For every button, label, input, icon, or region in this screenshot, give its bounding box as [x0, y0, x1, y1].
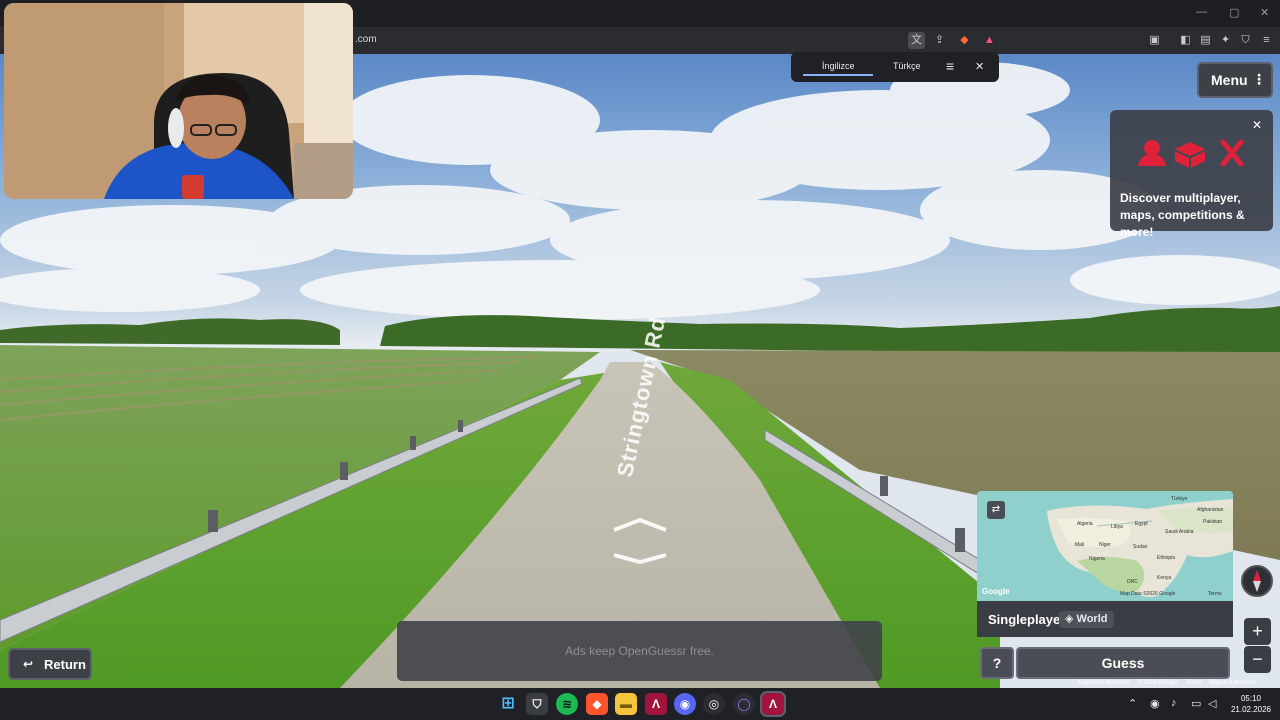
close-window-icon[interactable]: ✕ [1260, 6, 1269, 19]
wallet-icon[interactable]: ▤ [1197, 32, 1214, 49]
multiplayer-icon [1138, 140, 1166, 166]
security-app-icon[interactable]: ⛉ [526, 693, 548, 715]
windows-taskbar: ⊞ ⛉ ≋ ◆ ▬ Λ ◉ ◎ ◯ Λ ⌃ ◉ ♪ ▭ ◁ 05:10 21.0… [0, 688, 1280, 720]
brave-rewards-icon[interactable]: ▲ [981, 32, 998, 49]
guess-controls: ? Guess [980, 647, 1230, 679]
map-world-chip[interactable]: ◈ World [1059, 611, 1114, 628]
zoom-in-button[interactable]: + [1244, 618, 1271, 645]
active-tab-underline [803, 74, 873, 76]
map-label: Kenya [1157, 575, 1172, 581]
menu-label: Menu [1211, 72, 1248, 88]
game-mode-bar: Singleplayer ◈ World [977, 601, 1233, 637]
minimize-icon[interactable]: — [1196, 6, 1207, 18]
microphone-icon[interactable]: ♪ [1171, 697, 1177, 709]
menu-button[interactable]: Menu ⋮ [1197, 62, 1273, 98]
spotify-icon[interactable]: ≋ [556, 693, 578, 715]
report-problem-link[interactable]: Report a problem [1209, 680, 1255, 686]
kebab-icon: ⋮ [1252, 71, 1266, 87]
clock-date: 21.02.2026 [1230, 705, 1272, 714]
translate-popup[interactable]: İngilizce Türkçe ≡ ✕ [791, 52, 999, 82]
map-label: Saudi Arabia [1165, 529, 1194, 535]
map-label: Pakistan [1203, 519, 1223, 525]
promo-close-icon[interactable]: ✕ [1252, 118, 1262, 132]
map-attribution: Map Data ©2026 Google [1120, 591, 1176, 597]
map-label: Sudan [1133, 544, 1148, 550]
sidebar-toggle-icon[interactable]: ◧ [1177, 32, 1194, 49]
google-copyright: © 2026 Google [1137, 680, 1178, 686]
translate-target-lang[interactable]: Türkçe [893, 61, 921, 71]
map-label: Algeria [1077, 521, 1093, 527]
translate-close-icon[interactable]: ✕ [975, 60, 984, 73]
discord-tray-icon[interactable]: ◉ [1150, 697, 1160, 710]
competition-swords-icon [1220, 139, 1244, 167]
webcam-overlay [4, 3, 353, 199]
network-icon[interactable]: ▭ [1191, 697, 1201, 710]
brave-shields-icon[interactable]: ◆ [956, 32, 973, 49]
map-label: Afghanistan [1197, 507, 1224, 513]
opera-gx-icon[interactable]: Λ [645, 693, 667, 715]
google-terms-link[interactable]: Terms [1185, 680, 1201, 686]
taskbar-clock[interactable]: 05:10 21.02.2026 [1228, 693, 1274, 715]
keyboard-shortcuts-link[interactable]: Keyboard shortcuts [1078, 680, 1130, 686]
map-settings-icon[interactable]: ⇄ [987, 501, 1005, 519]
maximize-icon[interactable]: ▢ [1229, 6, 1239, 19]
file-explorer-icon[interactable]: ▬ [615, 693, 637, 715]
map-label: Türkiye [1171, 496, 1188, 502]
map-label: Libya [1111, 524, 1123, 530]
google-footer: Keyboard shortcuts © 2026 Google Terms R… [1078, 680, 1280, 688]
zoom-out-button[interactable]: − [1244, 646, 1271, 673]
clock-time: 05:10 [1240, 694, 1262, 703]
layers-icon: ◈ [1065, 613, 1074, 625]
reading-list-icon[interactable]: ▣ [1146, 32, 1163, 49]
map-label: Ethiopia [1157, 555, 1176, 561]
start-menu-icon[interactable]: ⊞ [497, 693, 519, 715]
tree-line-left [0, 318, 340, 345]
map-label: Niger [1099, 542, 1111, 548]
help-button[interactable]: ? [980, 647, 1014, 679]
leo-ai-icon[interactable]: ✦ [1217, 32, 1234, 49]
tray-chevron-icon[interactable]: ⌃ [1128, 697, 1137, 710]
url-text[interactable]: .com [355, 34, 377, 45]
return-arrow-icon: ↩ [23, 657, 34, 671]
translate-source-lang[interactable]: İngilizce [822, 61, 855, 71]
promo-text: Discover multiplayer, maps, competitions… [1120, 191, 1245, 239]
map-terms-link[interactable]: Terms [1208, 591, 1222, 597]
return-label: Return [44, 657, 86, 672]
discord-icon[interactable]: ◉ [674, 693, 696, 715]
vpn-shield-icon[interactable]: ⛉ [1237, 32, 1254, 49]
share-icon[interactable]: ⇪ [931, 32, 948, 49]
map-cube-icon [1175, 142, 1205, 168]
opera-gx-active-icon[interactable]: Λ [760, 691, 786, 717]
translate-icon[interactable]: 文 [908, 32, 925, 49]
guess-button[interactable]: Guess [1016, 647, 1230, 679]
browser-menu-icon[interactable]: ≡ [1258, 32, 1275, 49]
promo-icons [1138, 139, 1244, 168]
guess-map[interactable]: ⇄ Türkiye Afghanistan Pakistan Algeria L… [977, 491, 1233, 601]
volume-icon[interactable]: ◁ [1208, 697, 1216, 710]
map-label: Egypt [1135, 521, 1148, 527]
ad-banner: Ads keep OpenGuessr free. [397, 621, 882, 681]
compass-button[interactable] [1241, 565, 1273, 597]
google-logo: Google [982, 587, 1010, 596]
return-button[interactable]: ↩ Return [8, 648, 92, 680]
map-label: Nigeria [1089, 556, 1105, 562]
translate-options-icon[interactable]: ≡ [946, 58, 954, 74]
brave-browser-icon[interactable]: ◆ [586, 693, 608, 715]
game-mode-label: Singleplayer [988, 612, 1066, 627]
search-app-icon[interactable]: ◯ [733, 693, 755, 715]
world-label: World [1076, 613, 1108, 625]
map-label: Mali [1075, 542, 1085, 548]
promo-card[interactable]: ✕ Discover multiplayer, maps, competitio… [1110, 110, 1273, 239]
compass-icon [1253, 570, 1261, 592]
map-label: DRC [1127, 579, 1138, 585]
obs-icon[interactable]: ◎ [703, 693, 725, 715]
